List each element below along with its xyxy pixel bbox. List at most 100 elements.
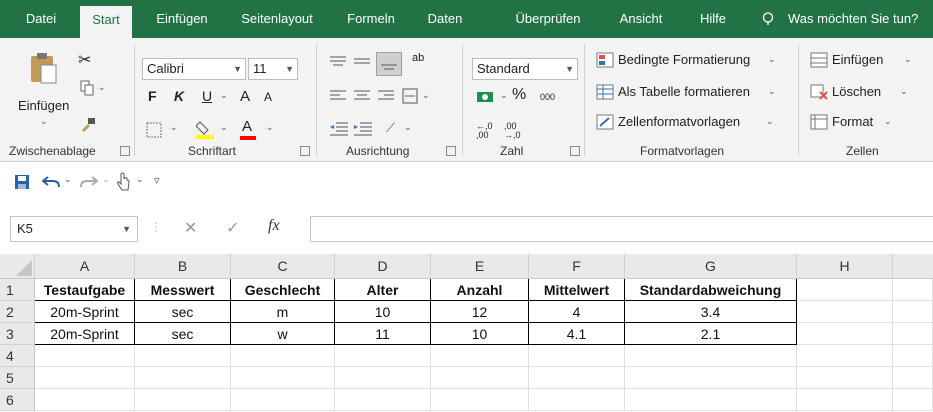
column-header-c[interactable]: C xyxy=(231,254,335,279)
align-right-icon[interactable] xyxy=(378,90,394,102)
select-all-corner[interactable] xyxy=(0,254,35,279)
cell-a1[interactable]: Testaufgabe xyxy=(35,279,135,301)
undo-icon[interactable] xyxy=(42,174,60,190)
tab-ansicht[interactable]: Ansicht xyxy=(608,0,674,38)
merge-center-icon[interactable] xyxy=(402,88,418,104)
cell-i1[interactable] xyxy=(893,279,933,301)
cell-styles-dropdown-chevron-icon[interactable]: ⌄ xyxy=(766,116,774,127)
tab-formeln[interactable]: Formeln xyxy=(338,0,404,38)
cell-c3[interactable]: w xyxy=(231,323,335,345)
align-top-icon[interactable] xyxy=(330,56,346,68)
font-launcher-icon[interactable] xyxy=(300,146,310,156)
insert-cells-button[interactable]: Einfügen xyxy=(832,52,883,67)
cell-g5[interactable] xyxy=(625,367,797,389)
confirm-entry-icon[interactable]: ✓ xyxy=(226,218,239,238)
align-center-icon[interactable] xyxy=(354,90,370,102)
cell-f1[interactable]: Mittelwert xyxy=(529,279,625,301)
merge-dropdown-chevron-icon[interactable]: ⌄ xyxy=(422,90,430,101)
orientation-icon[interactable]: ⟋ xyxy=(386,120,395,136)
cell-b5[interactable] xyxy=(135,367,231,389)
column-header-a[interactable]: A xyxy=(35,254,135,279)
cell-b4[interactable] xyxy=(135,345,231,367)
cell-c6[interactable] xyxy=(231,389,335,411)
cell-f2[interactable]: 4 xyxy=(529,301,625,323)
cell-i3[interactable] xyxy=(893,323,933,345)
copy-icon[interactable] xyxy=(80,80,94,96)
column-header-b[interactable]: B xyxy=(135,254,231,279)
tab-daten[interactable]: Daten xyxy=(416,0,474,38)
cell-styles-button[interactable]: Zellenformatvorlagen xyxy=(618,114,740,129)
underline-dropdown-chevron-icon[interactable]: ⌄ xyxy=(220,90,228,101)
row-header-2[interactable]: 2 xyxy=(0,301,35,323)
align-middle-icon[interactable] xyxy=(354,56,370,68)
cell-g3[interactable]: 2.1 xyxy=(625,323,797,345)
format-as-table-button[interactable]: Als Tabelle formatieren xyxy=(618,84,750,99)
column-header-d[interactable]: D xyxy=(335,254,431,279)
table-dropdown-chevron-icon[interactable]: ⌄ xyxy=(768,86,776,97)
cell-c4[interactable] xyxy=(231,345,335,367)
cut-icon[interactable]: ✂ xyxy=(78,50,91,70)
cell-i4[interactable] xyxy=(893,345,933,367)
increase-indent-icon[interactable] xyxy=(354,122,372,136)
name-box[interactable]: K5 ▼ xyxy=(10,216,138,242)
format-cells-button[interactable]: Format xyxy=(832,114,873,129)
cell-d4[interactable] xyxy=(335,345,431,367)
delete-dropdown-chevron-icon[interactable]: ⌄ xyxy=(900,86,908,97)
font-size-combo[interactable]: 11 ▼ xyxy=(248,58,298,80)
percent-button[interactable]: % xyxy=(512,86,526,104)
delete-cells-button[interactable]: Löschen xyxy=(832,84,881,99)
italic-button[interactable]: K xyxy=(174,88,184,104)
redo-dropdown-chevron-icon[interactable]: ⌄ xyxy=(102,174,110,185)
conditional-formatting-icon[interactable] xyxy=(596,52,614,68)
cell-i5[interactable] xyxy=(893,367,933,389)
cell-a3[interactable]: 20m-Sprint xyxy=(35,323,135,345)
tab-datei[interactable]: Datei xyxy=(14,0,68,38)
fill-dropdown-chevron-icon[interactable]: ⌄ xyxy=(220,122,228,133)
underline-button[interactable]: U xyxy=(202,88,212,104)
clipboard-icon[interactable] xyxy=(28,52,58,84)
cell-c2[interactable]: m xyxy=(231,301,335,323)
paste-dropdown-chevron-icon[interactable]: ⌄ xyxy=(40,116,48,127)
row-header-6[interactable]: 6 xyxy=(0,389,35,411)
cell-c1[interactable]: Geschlecht xyxy=(231,279,335,301)
cell-f6[interactable] xyxy=(529,389,625,411)
thousands-separator-button[interactable]: 000 xyxy=(540,92,555,102)
row-header-5[interactable]: 5 xyxy=(0,367,35,389)
touch-dropdown-chevron-icon[interactable]: ⌄ xyxy=(136,174,144,185)
touch-mode-icon[interactable] xyxy=(116,172,130,192)
decrease-indent-icon[interactable] xyxy=(330,122,348,136)
cell-h2[interactable] xyxy=(797,301,893,323)
formula-input[interactable] xyxy=(310,216,933,242)
alignment-launcher-icon[interactable] xyxy=(446,146,456,156)
cell-e6[interactable] xyxy=(431,389,529,411)
cell-g1[interactable]: Standardabweichung xyxy=(625,279,797,301)
cell-b2[interactable]: sec xyxy=(135,301,231,323)
currency-dropdown-chevron-icon[interactable]: ⌄ xyxy=(500,90,508,101)
font-color-dropdown-chevron-icon[interactable]: ⌄ xyxy=(266,122,274,133)
orientation-dropdown-chevron-icon[interactable]: ⌄ xyxy=(404,122,412,133)
cell-f4[interactable] xyxy=(529,345,625,367)
cell-d6[interactable] xyxy=(335,389,431,411)
fill-color-icon[interactable] xyxy=(196,118,214,140)
cell-g2[interactable]: 3.4 xyxy=(625,301,797,323)
save-icon[interactable] xyxy=(14,174,30,190)
conditional-dropdown-chevron-icon[interactable]: ⌄ xyxy=(768,54,776,65)
worksheet-grid[interactable]: A B C D E F G H 1 2 3 4 5 6 Testaufgabe … xyxy=(0,254,933,412)
align-left-icon[interactable] xyxy=(330,90,346,102)
cell-a2[interactable]: 20m-Sprint xyxy=(35,301,135,323)
cell-h4[interactable] xyxy=(797,345,893,367)
row-header-1[interactable]: 1 xyxy=(0,279,35,301)
currency-format-icon[interactable] xyxy=(476,90,494,106)
cell-a5[interactable] xyxy=(35,367,135,389)
cell-f3[interactable]: 4.1 xyxy=(529,323,625,345)
cell-e5[interactable] xyxy=(431,367,529,389)
cell-a4[interactable] xyxy=(35,345,135,367)
column-header-e[interactable]: E xyxy=(431,254,529,279)
borders-dropdown-chevron-icon[interactable]: ⌄ xyxy=(170,122,178,133)
cell-e2[interactable]: 12 xyxy=(431,301,529,323)
cell-i6[interactable] xyxy=(893,389,933,411)
column-header-h[interactable]: H xyxy=(797,254,893,279)
cell-h6[interactable] xyxy=(797,389,893,411)
number-launcher-icon[interactable] xyxy=(570,146,580,156)
cell-h3[interactable] xyxy=(797,323,893,345)
